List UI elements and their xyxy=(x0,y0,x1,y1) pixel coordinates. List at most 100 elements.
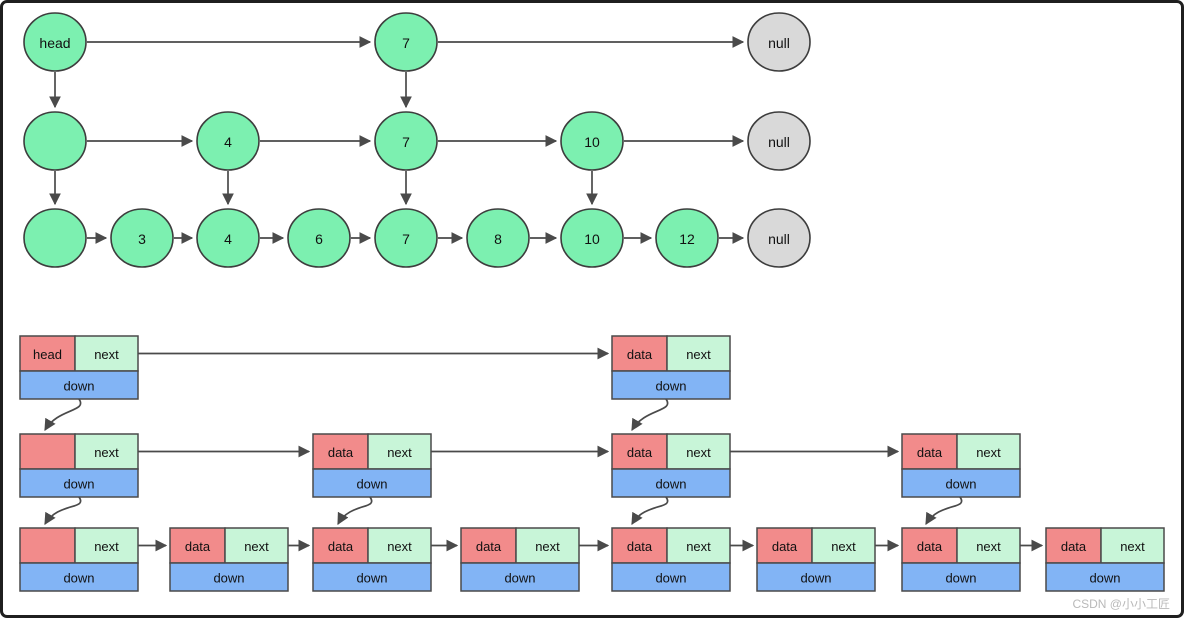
data-cell-label: data xyxy=(328,445,354,460)
node-value-label: 7 xyxy=(402,35,410,51)
node-box: next down xyxy=(19,433,139,498)
data-cell-label: data xyxy=(185,539,211,554)
node-value-label: 4 xyxy=(224,134,232,150)
next-cell-label: next xyxy=(686,347,711,362)
down-cell-label: down xyxy=(945,477,976,492)
data-cell-label: data xyxy=(772,539,798,554)
data-cell-label: data xyxy=(627,445,653,460)
next-cell-label: next xyxy=(94,539,119,554)
value-node: 4 xyxy=(196,111,260,171)
node-box: head next down xyxy=(19,335,139,400)
node-box: data next down xyxy=(901,527,1021,592)
skiplist-diagram-canvas: head 7 null 4 7 10 null 3 4 6 7 8 10 12 null head next d… xyxy=(0,0,1184,618)
next-cell-label: next xyxy=(686,445,711,460)
node-value-label: 10 xyxy=(584,134,600,150)
watermark-label: CSDN @小小工匠 xyxy=(1072,597,1170,611)
next-cell-label: next xyxy=(976,539,1001,554)
data-cell-label: data xyxy=(476,539,502,554)
node-box: data next down xyxy=(611,335,731,400)
node-box: data next down xyxy=(611,527,731,592)
node-box: data next down xyxy=(901,433,1021,498)
value-node: 8 xyxy=(466,208,530,268)
head-node xyxy=(23,111,87,171)
value-node: 6 xyxy=(287,208,351,268)
data-cell xyxy=(19,433,76,470)
value-node: 4 xyxy=(196,208,260,268)
data-cell-label: data xyxy=(917,445,943,460)
data-cell-label: data xyxy=(328,539,354,554)
down-cell-label: down xyxy=(1089,571,1120,586)
value-node: 3 xyxy=(110,208,174,268)
down-cell-label: down xyxy=(213,571,244,586)
next-cell-label: next xyxy=(535,539,560,554)
down-cell-label: down xyxy=(945,571,976,586)
node-value-label: 8 xyxy=(494,231,502,247)
data-cell-label: data xyxy=(627,539,653,554)
null-node: null xyxy=(747,111,811,171)
down-pointer-curve xyxy=(925,496,963,526)
node-value-label: 7 xyxy=(402,134,410,150)
node-box: data next down xyxy=(756,527,876,592)
next-cell-label: next xyxy=(387,445,412,460)
down-cell-label: down xyxy=(63,477,94,492)
node-box: data next down xyxy=(169,527,289,592)
node-box: next down xyxy=(19,527,139,592)
next-cell-label: next xyxy=(387,539,412,554)
node-box: data next down xyxy=(312,527,432,592)
next-cell-label: next xyxy=(94,445,119,460)
down-cell-label: down xyxy=(63,571,94,586)
node-box-edges xyxy=(44,347,1044,552)
value-node: 10 xyxy=(560,208,624,268)
skiplist-svg: head 7 null4 7 10 null3 4 6 7 8 10 12 null head nextd… xyxy=(19,12,1170,611)
down-pointer-curve xyxy=(337,496,373,526)
down-cell-label: down xyxy=(356,571,387,586)
down-cell-label: down xyxy=(800,571,831,586)
down-pointer-curve xyxy=(44,398,82,432)
node-value-label: 12 xyxy=(679,231,695,247)
node-value-label: 6 xyxy=(315,231,323,247)
value-node: 10 xyxy=(560,111,624,171)
next-cell-label: next xyxy=(244,539,269,554)
next-cell-label: next xyxy=(831,539,856,554)
next-cell-label: next xyxy=(94,347,119,362)
node-value-label: 10 xyxy=(584,231,600,247)
node-box: data next down xyxy=(460,527,580,592)
value-node: 7 xyxy=(374,208,438,268)
null-node: null xyxy=(747,208,811,268)
head-node xyxy=(23,208,87,268)
value-node: 7 xyxy=(374,111,438,171)
down-cell-label: down xyxy=(655,477,686,492)
value-node: 12 xyxy=(655,208,719,268)
down-cell-label: down xyxy=(356,477,387,492)
node-box: data next down xyxy=(611,433,731,498)
node-box: data next down xyxy=(312,433,432,498)
down-pointer-curve xyxy=(44,496,82,526)
node-value-label: 7 xyxy=(402,231,410,247)
node-box: data next down xyxy=(1045,527,1165,592)
node-value-label: 4 xyxy=(224,231,232,247)
data-cell-label: data xyxy=(917,539,943,554)
node-value-label: null xyxy=(768,35,790,51)
next-cell-label: next xyxy=(976,445,1001,460)
skiplist-circle-nodes: head 7 null 4 7 10 null 3 4 6 7 8 10 12 null xyxy=(23,12,811,268)
down-pointer-curve xyxy=(631,398,669,432)
value-node: 7 xyxy=(374,12,438,72)
node-value-label: null xyxy=(768,134,790,150)
node-value-label: 3 xyxy=(138,231,146,247)
down-cell-label: down xyxy=(504,571,535,586)
data-cell xyxy=(19,527,76,564)
node-circle-shape xyxy=(23,208,87,268)
down-cell-label: down xyxy=(63,379,94,394)
data-cell-label: head xyxy=(33,347,62,362)
head-node: head xyxy=(23,12,87,72)
down-cell-label: down xyxy=(655,571,686,586)
node-box-group: head next down data next down next down data next… xyxy=(19,335,1165,592)
down-cell-label: down xyxy=(655,379,686,394)
null-node: null xyxy=(747,12,811,72)
down-pointer-curve xyxy=(631,496,669,526)
node-circle-shape xyxy=(23,111,87,171)
node-value-label: head xyxy=(39,35,70,51)
node-value-label: null xyxy=(768,231,790,247)
next-cell-label: next xyxy=(686,539,711,554)
next-cell-label: next xyxy=(1120,539,1145,554)
